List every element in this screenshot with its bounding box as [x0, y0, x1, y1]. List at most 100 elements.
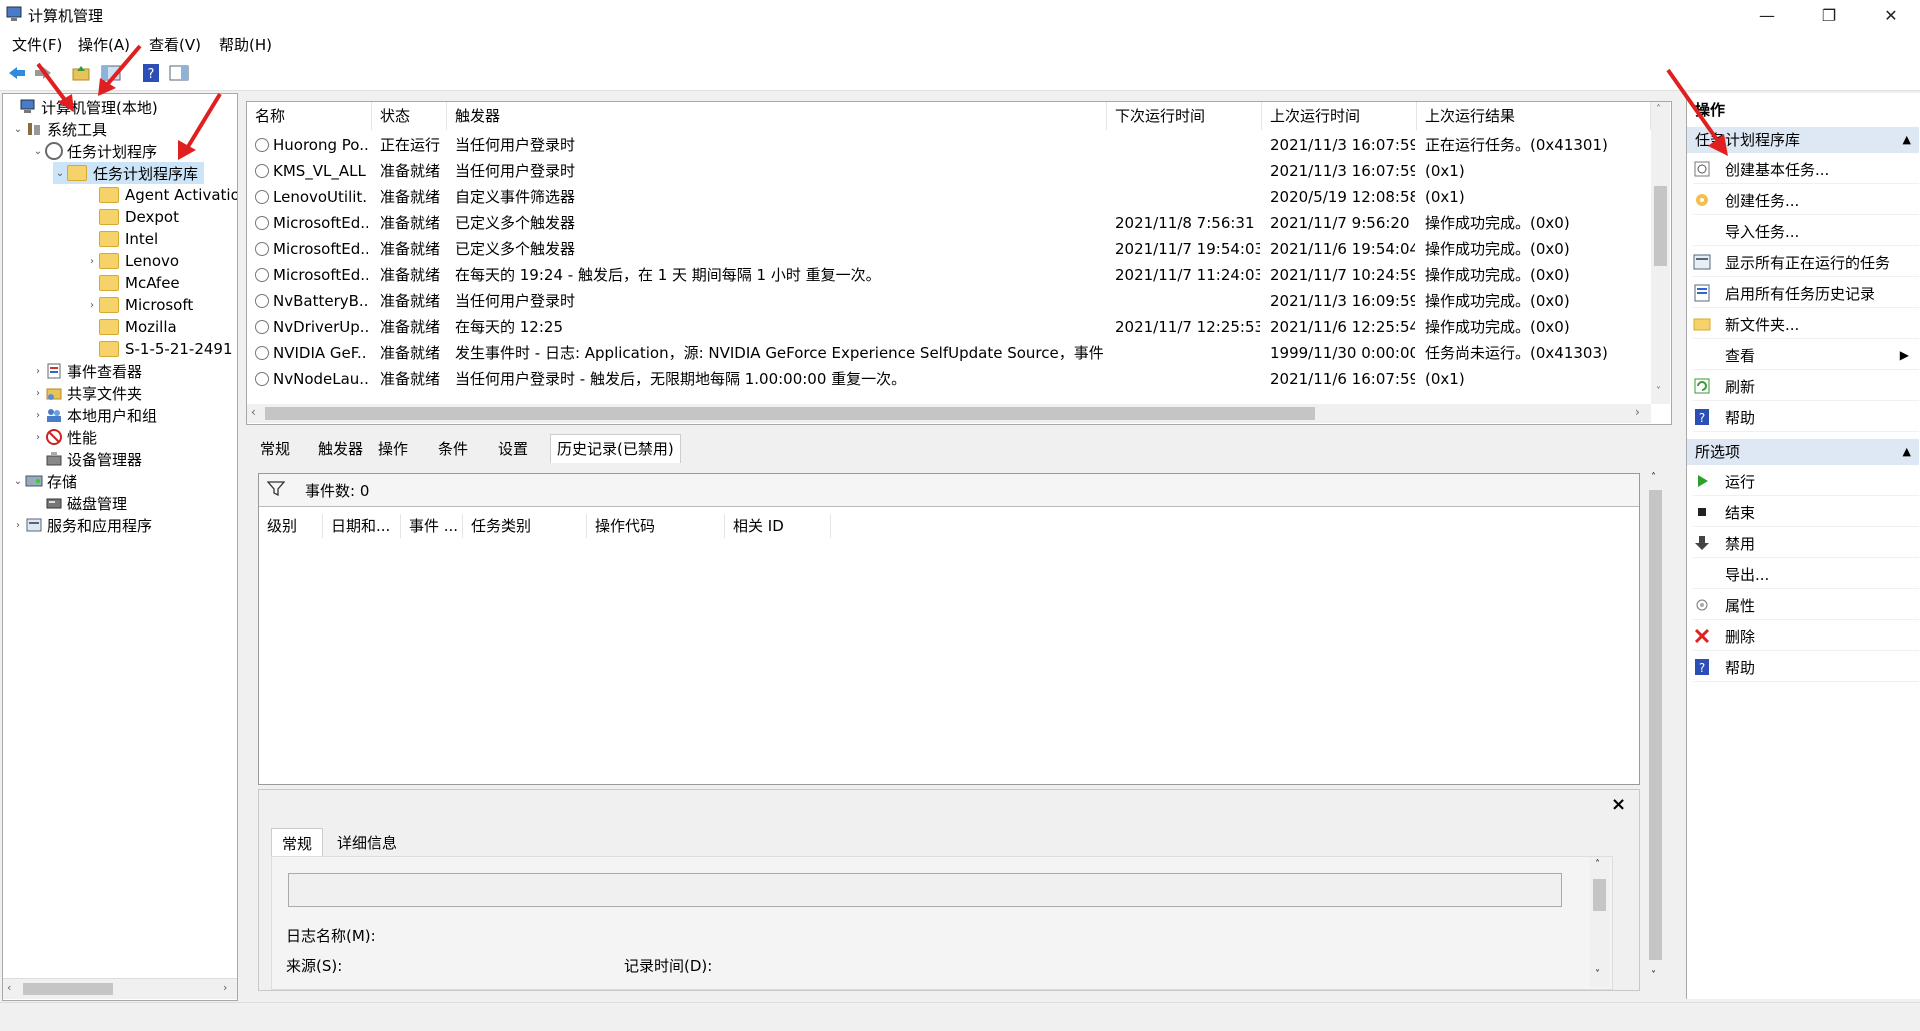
- table-row[interactable]: Huorong Po... 正在运行 当任何用户登录时 2021/11/3 16:07…: [247, 132, 1647, 158]
- scrollbar-thumb[interactable]: [23, 983, 113, 995]
- restore-button[interactable]: ❐: [1806, 0, 1852, 30]
- close-icon[interactable]: ×: [1611, 794, 1626, 815]
- chevron-right-icon[interactable]: ›: [11, 520, 25, 531]
- tree-node-services-applications[interactable]: › 服务和应用程序: [11, 514, 152, 536]
- tab-triggers[interactable]: 触发器: [312, 435, 369, 463]
- action-item[interactable]: 显示所有正在运行的任务: [1693, 248, 1919, 277]
- action-item[interactable]: 刷新: [1693, 372, 1919, 401]
- scroll-down-icon[interactable]: ˅: [1651, 970, 1656, 981]
- column-header-next-run[interactable]: 下次运行时间: [1107, 102, 1262, 130]
- chevron-down-icon[interactable]: ⌄: [31, 146, 45, 157]
- tree-node-shared-folders[interactable]: › 共享文件夹: [31, 382, 142, 404]
- table-row[interactable]: MicrosoftEd... 准备就绪 已定义多个触发器 2021/11/7 19:5…: [247, 236, 1647, 262]
- scroll-right-icon[interactable]: ›: [223, 981, 227, 994]
- tree-node-sid-folder[interactable]: S-1-5-21-2491: [85, 338, 233, 360]
- tree-node-storage[interactable]: ⌄ 存储: [11, 470, 77, 492]
- detail-tab-details[interactable]: 详细信息: [333, 832, 401, 853]
- tree-node-system-tools[interactable]: ⌄ 系统工具: [11, 118, 107, 140]
- action-item[interactable]: 创建任务...: [1693, 186, 1919, 215]
- tab-conditions[interactable]: 条件: [432, 435, 474, 463]
- tree-node-microsoft[interactable]: › Microsoft: [85, 294, 193, 316]
- tree-node-disk-management[interactable]: 磁盘管理: [31, 492, 127, 514]
- action-item[interactable]: 运行: [1693, 467, 1919, 496]
- table-row[interactable]: MicrosoftEd... 准备就绪 在每天的 19:24 - 触发后，在 1 天…: [247, 262, 1647, 288]
- scrollbar-thumb[interactable]: [1649, 490, 1662, 960]
- table-row[interactable]: NvDriverUp... 准备就绪 在每天的 12:25 2021/11/7 12:…: [247, 314, 1647, 340]
- scroll-down-icon[interactable]: ˅: [1656, 386, 1661, 397]
- tree-node-device-manager[interactable]: 设备管理器: [31, 448, 142, 470]
- tree-node-lenovo[interactable]: › Lenovo: [85, 250, 179, 272]
- column-header-last-result[interactable]: 上次运行结果: [1417, 102, 1651, 130]
- column-header-name[interactable]: 名称: [247, 102, 372, 130]
- table-row[interactable]: MicrosoftEd... 准备就绪 已定义多个触发器 2021/11/8 7:56…: [247, 210, 1647, 236]
- table-row[interactable]: NvBatteryB... 准备就绪 当任何用户登录时 2021/11/3 16:09…: [247, 288, 1647, 314]
- scroll-right-icon[interactable]: ›: [1635, 405, 1640, 419]
- scroll-down-icon[interactable]: ˅: [1595, 969, 1600, 980]
- menu-view[interactable]: 查看(V): [149, 34, 201, 55]
- close-button[interactable]: ✕: [1868, 0, 1914, 30]
- chevron-right-icon[interactable]: ›: [31, 388, 45, 399]
- column-header-last-run[interactable]: 上次运行时间: [1262, 102, 1417, 130]
- chevron-down-icon[interactable]: ⌄: [11, 124, 25, 135]
- filter-icon[interactable]: [266, 480, 286, 500]
- history-column-level[interactable]: 级别: [259, 514, 323, 538]
- tree-node-dexpot[interactable]: Dexpot: [85, 206, 179, 228]
- action-item[interactable]: 属性: [1693, 591, 1919, 620]
- tab-general[interactable]: 常规: [254, 435, 296, 463]
- event-description-box[interactable]: [288, 873, 1562, 907]
- menu-file[interactable]: 文件(F): [12, 34, 62, 55]
- scroll-left-icon[interactable]: ‹: [7, 981, 11, 994]
- tree-node-event-viewer[interactable]: › 事件查看器: [31, 360, 142, 382]
- show-hide-action-pane-icon[interactable]: [168, 62, 190, 84]
- tree-node-mcafee[interactable]: McAfee: [85, 272, 180, 294]
- history-column-event[interactable]: 事件 ...: [401, 514, 463, 538]
- chevron-right-icon[interactable]: ›: [31, 432, 45, 443]
- history-column-date[interactable]: 日期和...: [323, 514, 401, 538]
- action-item[interactable]: 启用所有任务历史记录: [1693, 279, 1919, 308]
- task-horizontal-scrollbar[interactable]: ‹ ›: [247, 404, 1651, 423]
- detail-vertical-scrollbar[interactable]: ˄ ˅: [1590, 857, 1610, 987]
- action-item[interactable]: 导出...: [1693, 560, 1919, 589]
- back-icon[interactable]: [6, 62, 28, 84]
- chevron-down-icon[interactable]: ⌄: [53, 168, 67, 179]
- actions-section-selected[interactable]: 所选项 ▲: [1687, 439, 1919, 465]
- table-row[interactable]: LenovoUtilit... 准备就绪 自定义事件筛选器 2020/5/19 12:…: [247, 184, 1647, 210]
- tab-history[interactable]: 历史记录(已禁用): [550, 434, 681, 463]
- tree-node-local-users-groups[interactable]: › 本地用户和组: [31, 404, 157, 426]
- action-item[interactable]: 删除: [1693, 622, 1919, 651]
- table-row[interactable]: NVIDIA GeF... 准备就绪 发生事件时 - 日志: Application…: [247, 340, 1647, 366]
- action-item[interactable]: 禁用: [1693, 529, 1919, 558]
- tab-settings[interactable]: 设置: [492, 435, 534, 463]
- scrollbar-thumb[interactable]: [265, 407, 1315, 420]
- column-header-trigger[interactable]: 触发器: [447, 102, 1107, 130]
- action-item[interactable]: ? 帮助: [1693, 653, 1919, 682]
- action-item[interactable]: 结束: [1693, 498, 1919, 527]
- tree-horizontal-scrollbar[interactable]: ‹ ›: [3, 978, 237, 999]
- chevron-right-icon[interactable]: ›: [31, 410, 45, 421]
- menu-help[interactable]: 帮助(H): [219, 34, 272, 55]
- scroll-up-icon[interactable]: ˄: [1595, 859, 1600, 870]
- chevron-right-icon[interactable]: ›: [31, 366, 45, 377]
- detail-tab-general[interactable]: 常规: [271, 828, 324, 858]
- action-item[interactable]: 新文件夹...: [1693, 310, 1919, 339]
- tree-node-performance[interactable]: › 性能: [31, 426, 97, 448]
- action-item[interactable]: 导入任务...: [1693, 217, 1919, 246]
- chevron-right-icon[interactable]: ›: [85, 300, 99, 311]
- chevron-right-icon[interactable]: ›: [85, 256, 99, 267]
- tree-node-task-scheduler[interactable]: ⌄ 任务计划程序: [31, 140, 157, 162]
- collapse-icon[interactable]: ▲: [1903, 127, 1911, 153]
- tree-node-mozilla[interactable]: Mozilla: [85, 316, 177, 338]
- history-column-opcode[interactable]: 操作代码: [587, 514, 725, 538]
- tab-actions[interactable]: 操作: [372, 435, 414, 463]
- scrollbar-thumb[interactable]: [1654, 186, 1667, 266]
- scroll-left-icon[interactable]: ‹: [251, 405, 256, 419]
- scrollbar-thumb[interactable]: [1593, 879, 1606, 911]
- center-vertical-scrollbar[interactable]: ˄ ˅: [1646, 470, 1665, 990]
- tree-node-intel[interactable]: Intel: [85, 228, 158, 250]
- scroll-up-icon[interactable]: ˄: [1651, 472, 1656, 483]
- collapse-icon[interactable]: ▲: [1903, 439, 1911, 465]
- history-column-correlation-id[interactable]: 相关 ID: [725, 514, 831, 538]
- chevron-down-icon[interactable]: ⌄: [11, 476, 25, 487]
- column-header-status[interactable]: 状态: [372, 102, 447, 130]
- table-row[interactable]: KMS_VL_ALL 准备就绪 当任何用户登录时 2021/11/3 16:07:59…: [247, 158, 1647, 184]
